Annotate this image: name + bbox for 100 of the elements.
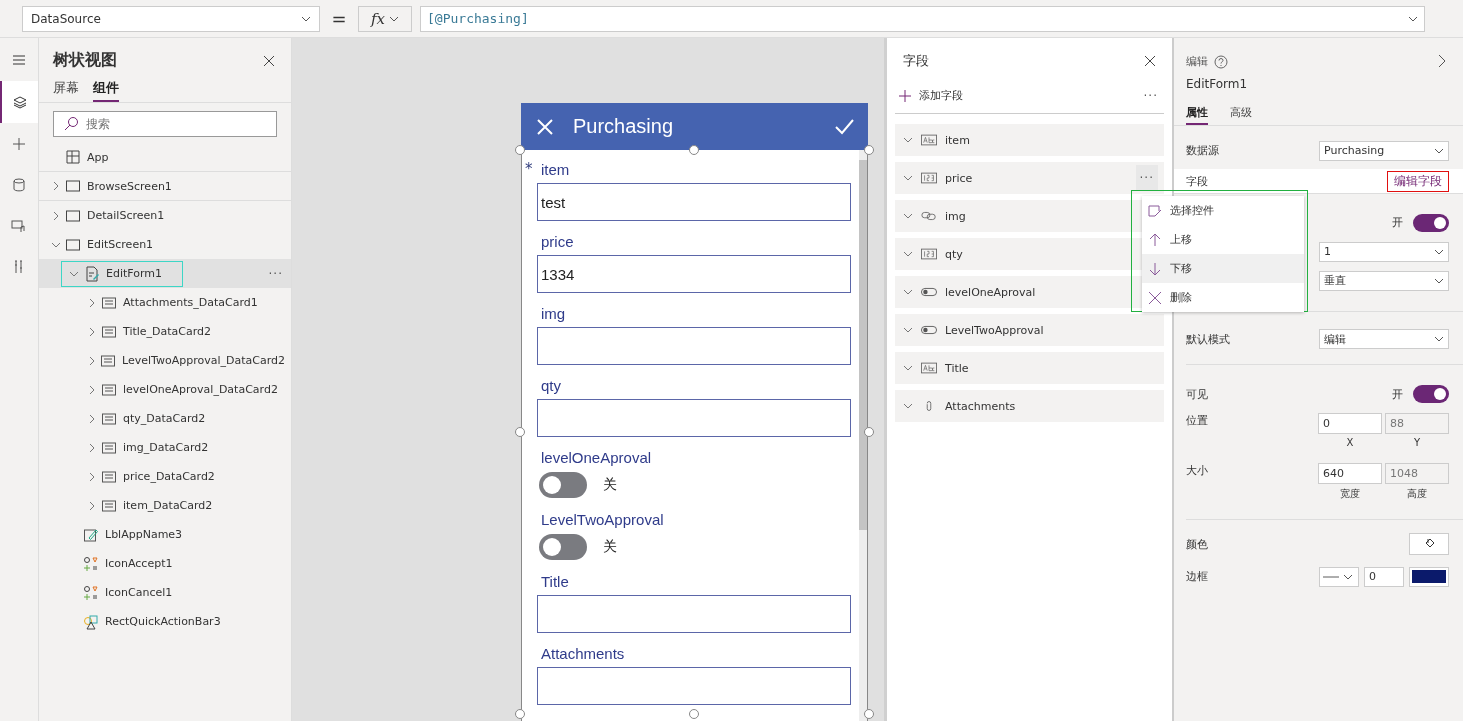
tree-item[interactable]: IconCancel1 — [39, 578, 291, 607]
resize-handle[interactable] — [864, 145, 874, 155]
text-input[interactable] — [537, 595, 851, 633]
dropdown[interactable]: Purchasing — [1319, 140, 1449, 161]
toggle-switch[interactable] — [1413, 385, 1449, 403]
text-input[interactable] — [537, 327, 851, 365]
chevron-down-icon[interactable] — [903, 173, 913, 183]
chevron-right-icon[interactable] — [51, 210, 61, 221]
chevron-down-icon[interactable] — [903, 287, 913, 297]
tab[interactable]: 高级 — [1230, 103, 1252, 125]
help-icon[interactable] — [1214, 54, 1228, 69]
chevron-down-icon[interactable] — [903, 363, 913, 373]
text-input[interactable]: test — [537, 183, 851, 221]
layers-icon[interactable] — [12, 94, 28, 110]
toggle-switch[interactable] — [539, 472, 587, 498]
chevron-down-icon[interactable] — [903, 211, 913, 221]
field-item[interactable]: Attachments — [895, 390, 1164, 422]
scrollbar[interactable] — [859, 150, 867, 721]
tree-item[interactable]: Title_DataCard2 — [39, 317, 291, 346]
field-item[interactable]: item — [895, 124, 1164, 156]
edit-fields-link[interactable]: 编辑字段 — [1387, 170, 1449, 192]
more-options-button[interactable]: ··· — [268, 266, 283, 281]
formula-field[interactable]: [@Purchasing] — [420, 5, 1425, 32]
tree-item[interactable]: LblAppName3 — [39, 520, 291, 549]
attachment-area[interactable] — [537, 667, 851, 705]
chevron-down-icon[interactable] — [903, 249, 913, 259]
menu-icon[interactable] — [11, 52, 27, 68]
tree-item[interactable]: item_DataCard2 — [39, 491, 291, 520]
more-options-button[interactable]: ··· — [1135, 165, 1158, 191]
tree-item[interactable]: Attachments_DataCard1 — [39, 288, 291, 317]
tree-item[interactable]: levelOneAproval_DataCard2 — [39, 375, 291, 404]
close-icon[interactable] — [263, 54, 275, 67]
tree-item[interactable]: img_DataCard2 — [39, 433, 291, 462]
dropdown[interactable]: 垂直 — [1319, 270, 1449, 291]
resize-handle[interactable] — [515, 145, 525, 155]
tree-item[interactable]: LevelTwoApproval_DataCard2 — [39, 346, 291, 375]
number-field[interactable]: 0 — [1318, 413, 1382, 434]
more-options-button[interactable]: ··· — [1143, 88, 1158, 103]
card-icon — [101, 439, 117, 456]
chevron-down-icon[interactable] — [903, 325, 913, 335]
dropdown[interactable]: 1 — [1319, 241, 1449, 262]
menu-item[interactable]: 下移 — [1142, 254, 1304, 283]
resize-handle[interactable] — [864, 427, 874, 437]
border-style-dropdown[interactable] — [1319, 566, 1359, 587]
form-title: Purchasing — [573, 115, 675, 138]
number-field[interactable]: 1048 — [1385, 463, 1449, 484]
resize-handle[interactable] — [689, 145, 699, 155]
chevron-right-icon[interactable] — [87, 326, 97, 337]
resize-handle[interactable] — [864, 709, 874, 719]
toggle-switch[interactable] — [539, 534, 587, 560]
link-icon — [921, 210, 937, 222]
field-item[interactable]: Title — [895, 352, 1164, 384]
tab[interactable]: 组件 — [93, 77, 119, 102]
tree-item[interactable]: BrowseScreen1 — [39, 172, 291, 201]
resize-handle[interactable] — [515, 709, 525, 719]
chevron-right-icon[interactable] — [87, 413, 97, 424]
label-edit-icon — [83, 526, 99, 543]
chevron-right-icon[interactable] — [87, 471, 97, 482]
number-field[interactable]: 0 — [1364, 566, 1404, 587]
text-input[interactable] — [537, 399, 851, 437]
chevron-right-icon[interactable] — [87, 442, 97, 453]
search-field[interactable]: 搜索 — [53, 111, 277, 137]
tree-item[interactable]: App — [39, 143, 291, 172]
database-icon[interactable] — [11, 177, 27, 193]
tree-item[interactable]: EditForm1 ··· — [39, 259, 291, 288]
tab[interactable]: 属性 — [1186, 103, 1208, 125]
resize-handle[interactable] — [515, 427, 525, 437]
field-item[interactable]: price ··· — [895, 162, 1164, 194]
property-dropdown[interactable]: DataSource — [22, 5, 320, 32]
chevron-right-icon[interactable] — [87, 500, 97, 511]
resize-handle[interactable] — [689, 709, 699, 719]
chevron-down-icon[interactable] — [903, 135, 913, 145]
chevron-right-icon[interactable] — [1437, 54, 1447, 68]
tree-item[interactable]: price_DataCard2 — [39, 462, 291, 491]
chevron-right-icon[interactable] — [87, 297, 97, 308]
media-icon[interactable] — [11, 218, 27, 234]
tree-item[interactable]: RectQuickActionBar3 — [39, 607, 291, 636]
number-field[interactable]: 88 — [1385, 413, 1449, 434]
tree-item[interactable]: qty_DataCard2 — [39, 404, 291, 433]
add-field-button[interactable]: 添加字段 — [899, 88, 963, 103]
number-type-icon — [921, 248, 937, 260]
chevron-down-icon — [1434, 277, 1444, 284]
text-input[interactable]: 1334 — [537, 255, 851, 293]
tab[interactable]: 屏幕 — [53, 77, 79, 102]
card-icon — [101, 294, 117, 311]
close-icon[interactable] — [535, 116, 555, 137]
close-icon[interactable] — [1144, 55, 1156, 67]
field-item[interactable]: LevelTwoApproval — [895, 314, 1164, 346]
tree-item[interactable]: IconAccept1 — [39, 549, 291, 578]
function-button[interactable]: fx — [358, 5, 412, 32]
toggle-switch[interactable] — [1413, 213, 1449, 232]
chevron-down-icon[interactable] — [903, 401, 913, 411]
chevron-right-icon[interactable] — [87, 384, 97, 395]
number-field[interactable]: 640 — [1318, 463, 1382, 484]
tree-item[interactable]: EditScreen1 — [39, 230, 291, 259]
chevron-right-icon[interactable] — [51, 181, 61, 191]
color-picker-button[interactable] — [1409, 533, 1449, 555]
plus-icon[interactable] — [11, 136, 27, 152]
dropdown[interactable]: 编辑 — [1319, 329, 1449, 349]
tree-item[interactable]: DetailScreen1 — [39, 201, 291, 230]
